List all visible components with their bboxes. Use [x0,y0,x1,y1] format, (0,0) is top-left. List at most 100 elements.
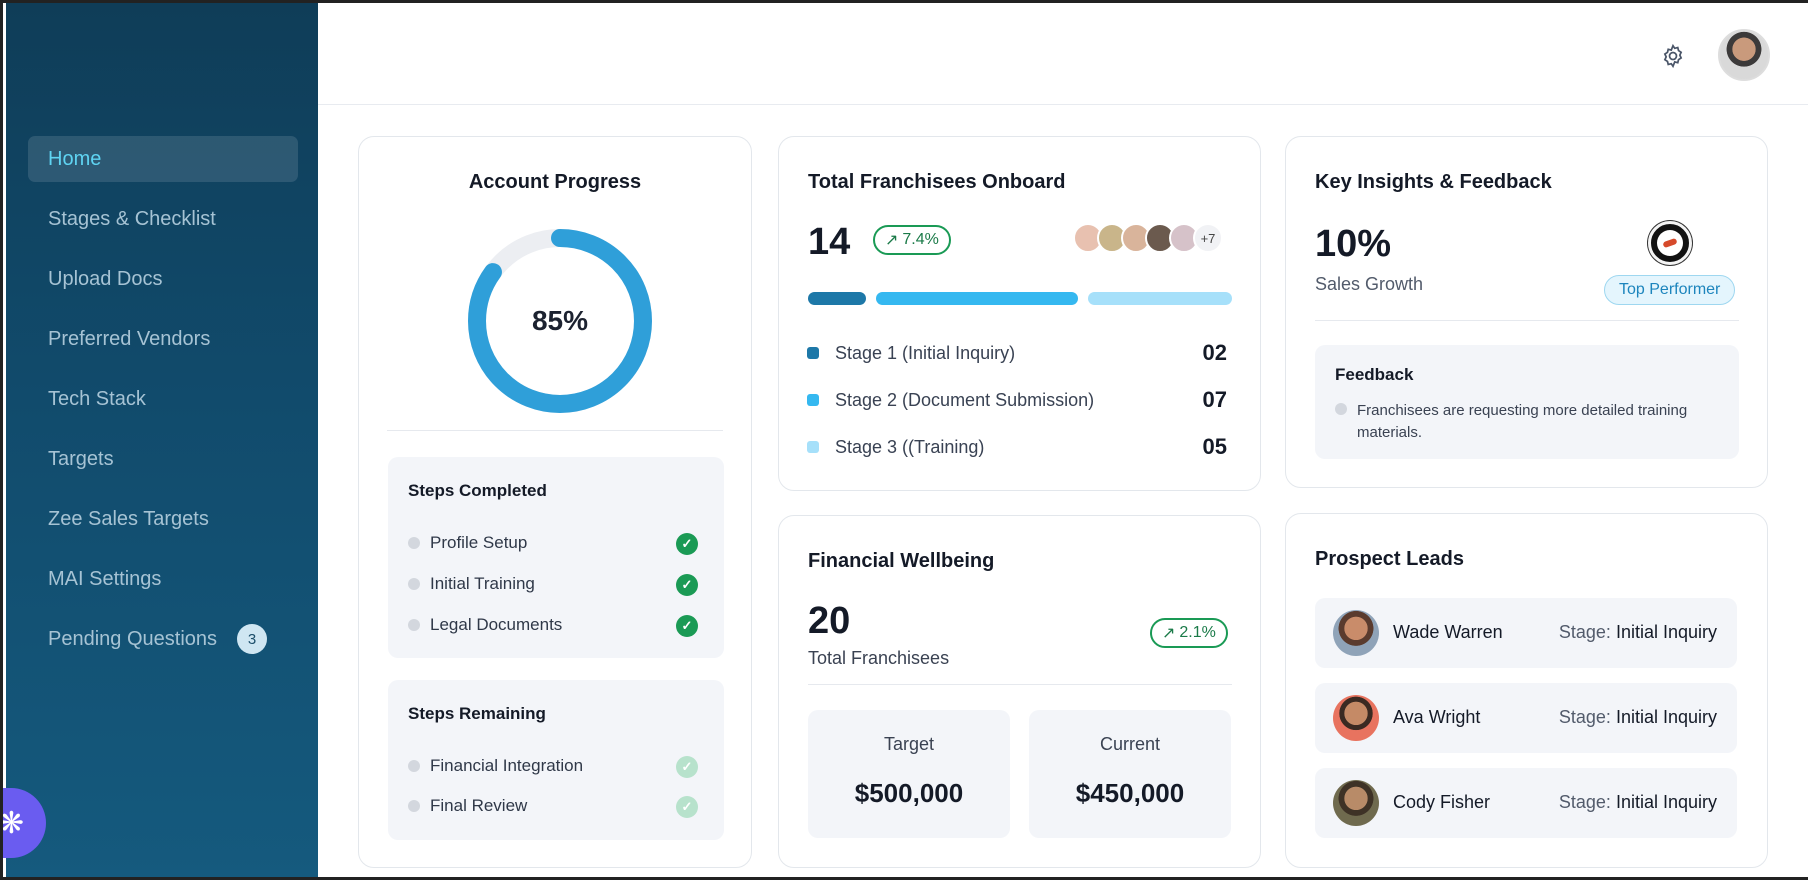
bullet-dot [408,578,420,590]
sidebar-item-upload-docs[interactable]: Upload Docs [28,256,298,302]
current-label: Current [1099,734,1161,754]
sidebar-item-label: Stages & Checklist [48,207,216,230]
check-pending-icon: ✓ [676,796,698,818]
divider [808,684,1232,685]
step-item: Financial Integration ✓ [408,754,698,778]
stage-value: Initial Inquiry [1615,622,1717,642]
lead-name: Cody Fisher [1393,792,1491,812]
stage-row: Stage 1 (Initial Inquiry) 02 [807,340,1227,365]
stage-row: Stage 2 (Document Submission) 07 [807,387,1227,412]
step-label: Initial Training [430,574,535,593]
total-franchisees-count: 20 [808,600,851,642]
feedback-item: Franchisees are requesting more detailed… [1335,400,1725,444]
step-item: Legal Documents ✓ [408,613,698,637]
user-avatar[interactable] [1718,29,1770,81]
avatar [1333,695,1379,741]
bullet-dot [1335,403,1347,415]
count-label: Total Franchisees [808,648,950,668]
franchisees-onboard-card: Total Franchisees Onboard 14 ↗ 7.4% +7 St… [778,136,1261,491]
sales-growth-value: 10% [1315,223,1392,265]
card-title: Account Progress [468,171,642,193]
legend-swatch [807,347,819,359]
bullet-dot [408,537,420,549]
stage-value: 05 [1202,434,1227,459]
step-label: Final Review [430,796,528,815]
lead-stage: Stage: Initial Inquiry [1559,622,1717,643]
step-item: Profile Setup ✓ [408,531,698,555]
progress-percent: 85% [531,305,589,336]
steps-remaining-panel: Steps Remaining Financial Integration ✓ F… [388,680,724,840]
progress-donut: 85% [464,225,656,417]
trend-up-icon: ↗ [1162,625,1176,642]
target-value: $500,000 [854,778,964,808]
lead-stage: Stage: Initial Inquiry [1559,792,1717,813]
trend-up-icon: ↗ [885,232,899,249]
change-value: 2.1% [1179,624,1216,641]
sidebar-item-pending-questions[interactable]: Pending Questions 3 [28,616,298,662]
financial-wellbeing-card: Financial Wellbeing 20 Total Franchisees… [778,515,1261,868]
card-title: Total Franchisees Onboard [808,171,1066,193]
sidebar-item-tech-stack[interactable]: Tech Stack [28,376,298,422]
current-value: $450,000 [1075,778,1185,808]
bullet-dot [408,619,420,631]
franchisee-count: 14 [808,221,851,263]
logo-emblem [1657,230,1683,256]
lead-row-ava-wright[interactable]: Ava Wright Stage: Initial Inquiry [1315,683,1737,753]
card-title: Financial Wellbeing [808,550,995,572]
avatar [1333,610,1379,656]
change-badge: ↗ 7.4% [873,225,951,255]
sidebar-item-zee-sales-targets[interactable]: Zee Sales Targets [28,496,298,542]
step-label: Financial Integration [430,756,584,775]
feedback-text: Franchisees are requesting more detailed… [1357,402,1688,441]
stage-prefix: Stage: [1558,792,1611,812]
bullet-dot [408,760,420,772]
stage-row: Stage 3 ((Training) 05 [807,434,1227,459]
step-item: Initial Training ✓ [408,572,698,596]
top-performer-badge: Top Performer [1604,275,1736,305]
more-avatars-count: +7 [1193,223,1223,253]
check-icon: ✓ [676,615,698,637]
divider [387,430,723,431]
card-title: Prospect Leads [1315,548,1464,570]
lead-row-cody-fisher[interactable]: Cody Fisher Stage: Initial Inquiry [1315,768,1737,838]
step-item: Final Review ✓ [408,794,698,818]
feedback-panel: Feedback Franchisees are requesting more… [1315,345,1739,459]
lead-name: Wade Warren [1393,622,1503,642]
check-icon: ✓ [676,533,698,555]
prospect-leads-card: Prospect Leads Wade Warren Stage: Initia… [1285,513,1768,868]
sidebar-item-label: Upload Docs [48,267,163,290]
avatar [1333,780,1379,826]
app-window: Home Stages & Checklist Upload Docs Pref… [0,0,1808,880]
lead-stage: Stage: Initial Inquiry [1559,707,1717,728]
card-title: Key Insights & Feedback [1315,171,1552,193]
pending-count-badge: 3 [237,624,268,654]
step-label: Profile Setup [430,533,528,552]
sidebar-item-stages-checklist[interactable]: Stages & Checklist [28,196,298,242]
sidebar-item-targets[interactable]: Targets [28,436,298,482]
stage-value: Initial Inquiry [1615,792,1717,812]
sidebar-item-mai-settings[interactable]: MAI Settings [28,556,298,602]
change-value: 7.4% [902,231,939,248]
stage-label: Stage 1 (Initial Inquiry) [835,342,1016,363]
panel-title: Steps Remaining [408,704,546,723]
sidebar-item-label: Preferred Vendors [48,327,211,350]
lead-row-wade-warren[interactable]: Wade Warren Stage: Initial Inquiry [1315,598,1737,668]
stage-value: 07 [1202,387,1227,412]
panel-title: Steps Completed [408,481,547,500]
change-badge: ↗ 2.1% [1150,618,1228,648]
stage-bar-segment [1087,292,1232,305]
legend-swatch [807,394,819,406]
franchisee-avatars[interactable]: +7 [1073,223,1223,253]
check-icon: ✓ [676,574,698,596]
lead-name: Ava Wright [1393,707,1481,727]
gear-icon[interactable] [1660,43,1686,69]
sidebar-item-home[interactable]: Home [28,136,298,182]
stage-bar-segment [808,292,866,305]
sidebar-item-label: Home [48,147,102,170]
key-insights-card: Key Insights & Feedback 10% Sales Growth… [1285,136,1768,488]
sidebar-item-preferred-vendors[interactable]: Preferred Vendors [28,316,298,362]
stage-label: Stage 3 ((Training) [835,436,985,457]
settings-fab-button[interactable]: ❋ [3,788,46,858]
stage-label: Stage 2 (Document Submission) [835,389,1095,410]
sidebar-item-label: MAI Settings [48,567,162,590]
